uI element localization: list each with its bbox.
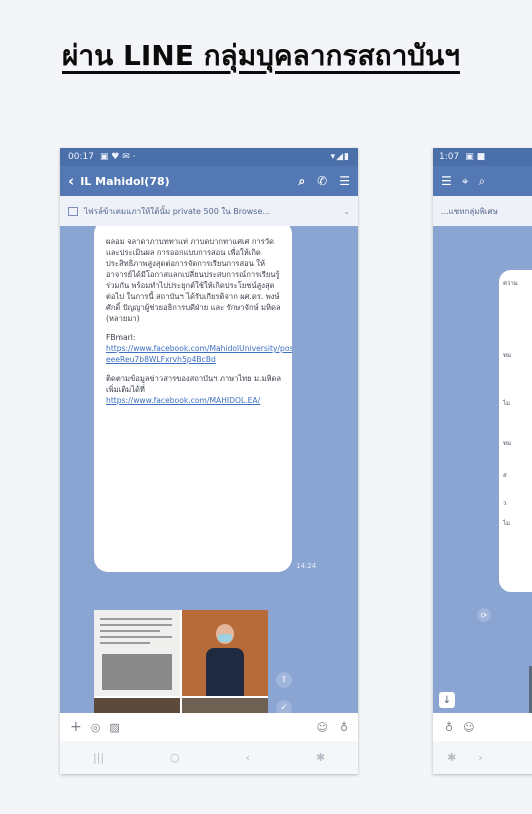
camera-icon[interactable]: ◎ bbox=[91, 721, 101, 734]
bubble-line: ไม bbox=[503, 520, 510, 527]
search-icon-2[interactable]: ⌕ bbox=[479, 174, 486, 189]
home-icon[interactable]: ○ bbox=[170, 751, 180, 764]
scroll-down-icon[interactable]: ↓ bbox=[439, 692, 455, 708]
status-bar-2: 1:07 ▣ ■ bbox=[433, 148, 532, 166]
announcement-bar[interactable]: ไฟรล์ข้าเคมแภาให้ใต้นั้ม private 500 ใน … bbox=[60, 196, 358, 226]
nav-back-icon[interactable]: ‹ bbox=[246, 751, 250, 764]
android-nav-bar: ||| ○ ‹ ✱ bbox=[60, 741, 358, 774]
announcement-bar-2[interactable]: ...แชทกลุ่มพิเศษ bbox=[433, 196, 532, 226]
message-input-bar-2: ♁ ☺ bbox=[433, 713, 532, 741]
recent-apps-icon[interactable]: ||| bbox=[93, 751, 104, 764]
bubble-line: ความ bbox=[503, 280, 518, 287]
status-time: 00:17 bbox=[68, 152, 94, 162]
android-nav-bar-2: ✱ › bbox=[433, 741, 532, 774]
message-bubble-2[interactable]: ความ ทม ไม ทม ส ว ไม bbox=[499, 270, 532, 592]
photo-album[interactable] bbox=[94, 610, 268, 713]
message-paragraph: ผลอม จลาดาภาบททาแท่ ภาบดบากทาแศเศ การวัด… bbox=[106, 237, 281, 323]
chat-area-2[interactable]: ความ ทม ไม ทม ส ว ไม ⟳ ↓ bbox=[433, 226, 532, 713]
bubble-line: ทม bbox=[503, 352, 511, 359]
slide: ผ่าน LINE กลุ่มบุคลากรสถาบันฯ 00:17 ▣ ♥ … bbox=[0, 0, 532, 814]
message-input-bar: + ◎ ▨ ☺ ♁ bbox=[60, 713, 358, 741]
share-icon[interactable]: ⇪ bbox=[276, 672, 292, 688]
emoji-icon[interactable]: ☺ bbox=[316, 721, 327, 734]
status-icons-2: ▣ ■ bbox=[465, 152, 486, 162]
message-time: 14:24 bbox=[296, 562, 317, 570]
message-follow-block: ติดตามข้อมูลข่าวสารของสถาบันฯ ภาษาไทย ม.… bbox=[106, 373, 282, 406]
microphone-icon-2[interactable]: ♁ bbox=[445, 721, 453, 734]
chat-header: ‹ IL Mahidol(78) ⌕ ✆ ☰ bbox=[60, 166, 358, 196]
search-icon[interactable]: ⌕ bbox=[298, 174, 305, 189]
phone-call-icon[interactable]: ✆ bbox=[317, 174, 327, 189]
pin-icon[interactable]: ⌖ bbox=[462, 174, 469, 189]
bubble-link-fragment[interactable] bbox=[503, 538, 517, 566]
status-bar: 00:17 ▣ ♥ ✉ · ▾◢▮ bbox=[60, 148, 358, 166]
follow-text: ติดตามข้อมูลข่าวสารของสถาบันฯ ภาษาไทย ม.… bbox=[106, 374, 282, 394]
image-icon[interactable]: ▨ bbox=[109, 721, 119, 734]
announcement-text-2: ...แชทกลุ่มพิเศษ bbox=[441, 206, 498, 216]
bubble-line: ทม bbox=[503, 440, 511, 447]
follow-link[interactable]: https://www.facebook.com/MAHIDOL.EA/ bbox=[106, 396, 260, 405]
menu-icon[interactable]: ☰ bbox=[339, 174, 350, 189]
message-bubble[interactable]: ผลอม จลาดาภาบททาแท่ ภาบดบากทาแศเศ การวัด… bbox=[94, 226, 292, 572]
chat-area[interactable]: ผลอม จลาดาภาบททาแท่ ภาบดบากทาแศเศ การวัด… bbox=[60, 226, 358, 713]
plus-icon[interactable]: + bbox=[70, 719, 82, 735]
photo-speaker[interactable] bbox=[182, 610, 268, 696]
nav-back-icon-2[interactable]: › bbox=[478, 751, 482, 764]
bubble-line: ไม bbox=[503, 400, 510, 407]
message-facebook-block: FBmarl: https://www.facebook.com/Mahidol… bbox=[106, 332, 292, 365]
bubble-line: ส bbox=[503, 472, 507, 479]
announcement-icon bbox=[68, 206, 78, 216]
line-chat-screenshot-2: 1:07 ▣ ■ ☰ ⌖ ⌕ ...แชทกลุ่มพิเศษ ความ ทม … bbox=[433, 148, 532, 774]
menu-icon-2[interactable]: ☰ bbox=[441, 174, 452, 188]
bubble-line: ว bbox=[503, 500, 507, 507]
accessibility-icon[interactable]: ✱ bbox=[316, 751, 325, 764]
chat-header-2: ☰ ⌖ ⌕ bbox=[433, 166, 532, 196]
back-arrow-icon[interactable]: ‹ bbox=[68, 172, 74, 190]
chat-title: IL Mahidol(78) bbox=[80, 174, 170, 188]
status-time-2: 1:07 bbox=[439, 152, 460, 162]
announcement-text: ไฟรล์ข้าเคมแภาให้ใต้นั้ม private 500 ใน … bbox=[84, 206, 271, 216]
facebook-label: FBmarl: bbox=[106, 333, 136, 342]
photo-document[interactable] bbox=[94, 610, 180, 696]
photo-meeting-1[interactable] bbox=[94, 698, 180, 713]
refresh-icon[interactable]: ⟳ bbox=[477, 608, 491, 622]
status-notification-icons: ▣ ♥ ✉ · bbox=[99, 152, 136, 162]
line-chat-screenshot-1: 00:17 ▣ ♥ ✉ · ▾◢▮ ‹ IL Mahidol(78) ⌕ ✆ ☰… bbox=[60, 148, 358, 774]
chevron-down-icon[interactable]: ⌄ bbox=[337, 207, 350, 216]
accessibility-icon-2[interactable]: ✱ bbox=[447, 751, 456, 764]
status-right-icons: ▾◢▮ bbox=[330, 152, 350, 162]
microphone-icon[interactable]: ♁ bbox=[340, 721, 348, 734]
facebook-post-link[interactable]: https://www.facebook.com/MahidolUniversi… bbox=[106, 344, 292, 364]
slide-title: ผ่าน LINE กลุ่มบุคลากรสถาบันฯ bbox=[62, 39, 460, 72]
photo-meeting-2[interactable] bbox=[182, 698, 268, 713]
emoji-icon-2[interactable]: ☺ bbox=[463, 721, 474, 734]
check-icon[interactable]: ✓ bbox=[276, 700, 292, 713]
